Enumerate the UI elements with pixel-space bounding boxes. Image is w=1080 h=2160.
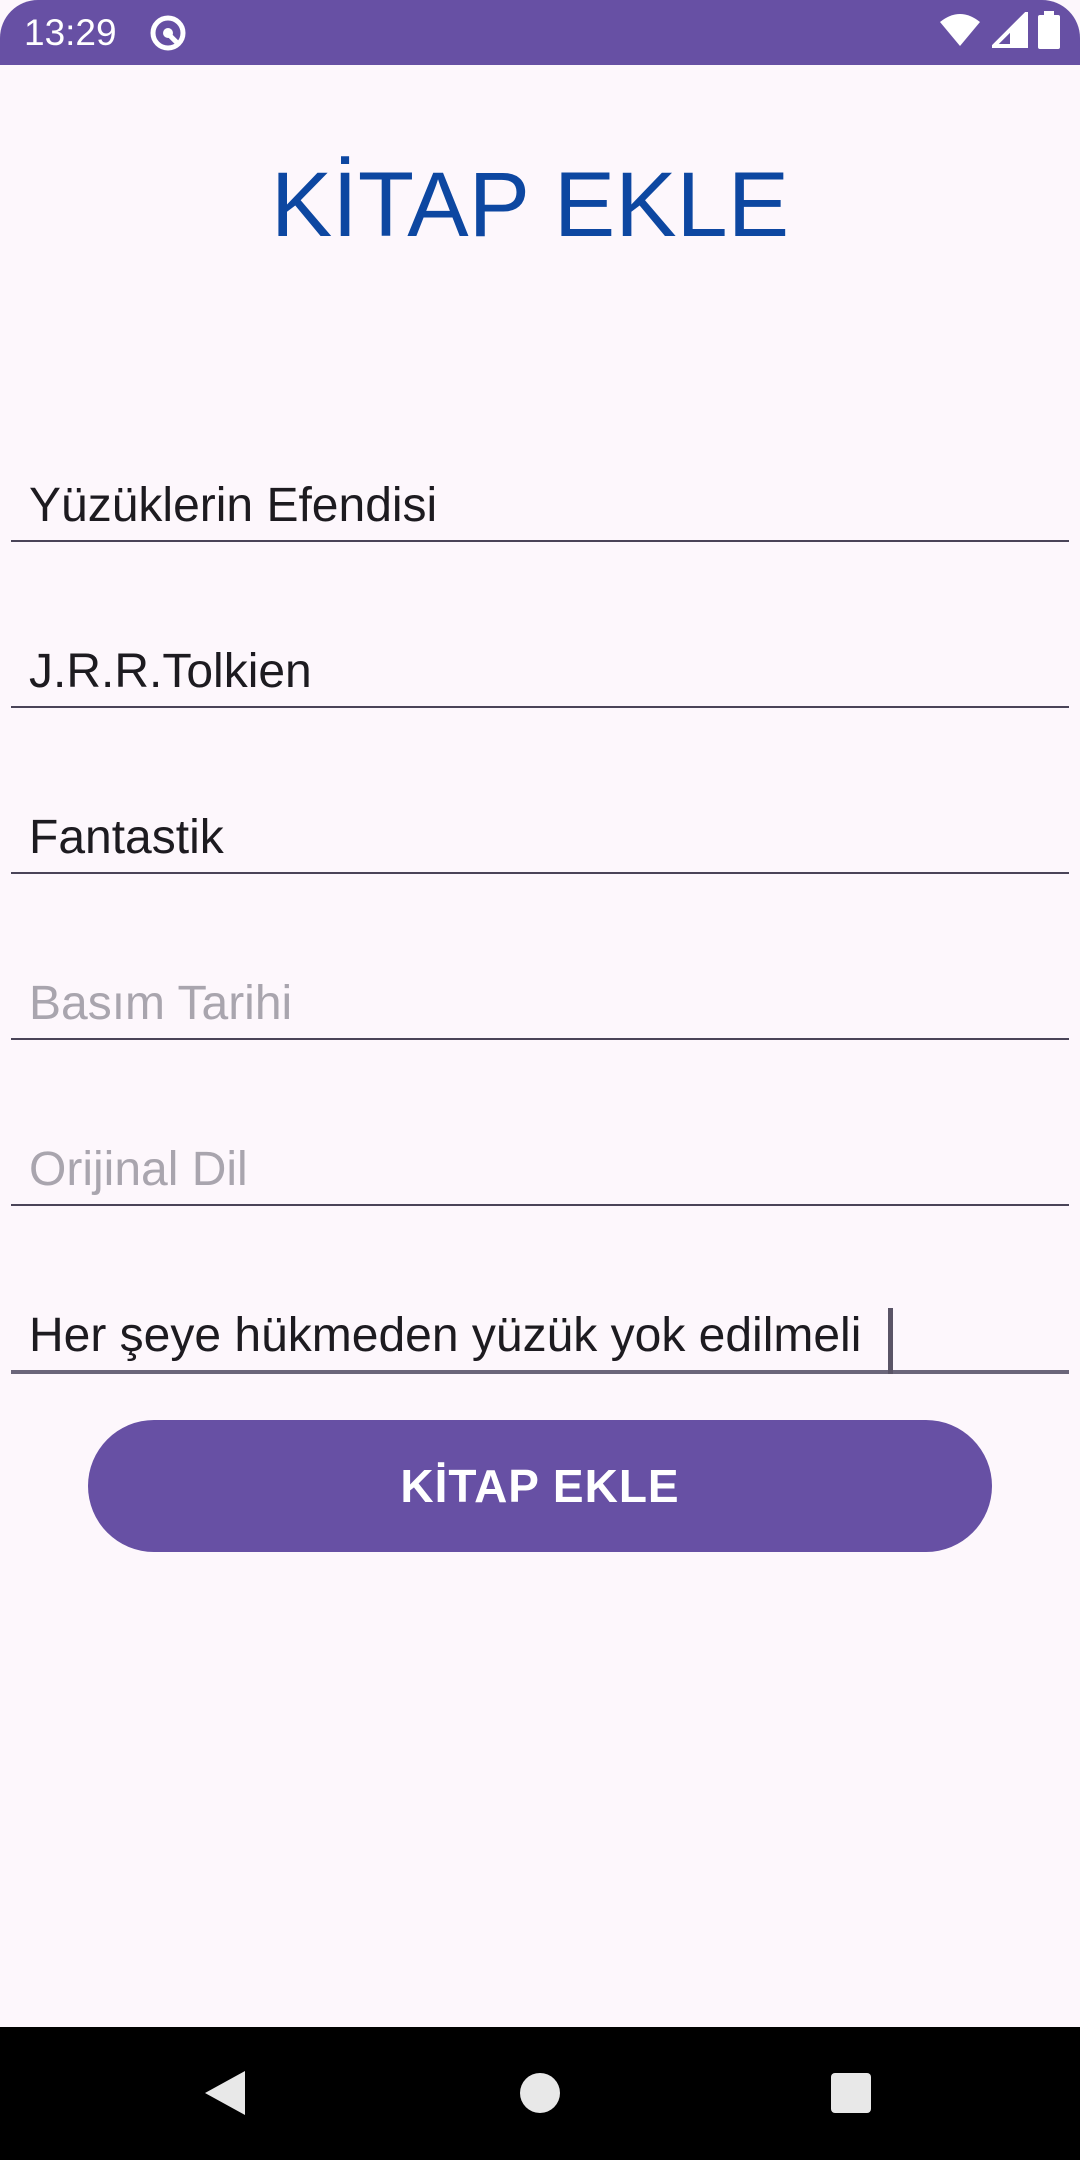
status-icons [938, 8, 1060, 54]
status-bar: 13:29 [0, 0, 1080, 65]
book-name-input[interactable] [29, 470, 1049, 540]
home-icon[interactable] [510, 2063, 570, 2123]
add-book-button[interactable]: KİTAP EKLE [88, 1420, 992, 1552]
signal-icon [989, 8, 1028, 53]
author-field[interactable] [11, 636, 1069, 708]
original-language-input[interactable] [29, 1134, 1049, 1204]
battery-icon [1038, 10, 1060, 54]
app-content [0, 65, 1080, 2027]
sync-icon [148, 13, 188, 53]
publish-date-input[interactable] [29, 968, 1049, 1038]
navigation-bar [0, 2027, 1080, 2160]
author-input[interactable] [29, 636, 1049, 706]
genre-input[interactable] [29, 802, 1049, 872]
summary-field[interactable] [11, 1300, 1069, 1374]
summary-input[interactable] [29, 1300, 1049, 1370]
publish-date-field[interactable] [11, 968, 1069, 1040]
text-caret [888, 1308, 893, 1374]
status-time: 13:29 [24, 12, 117, 53]
recents-icon[interactable] [821, 2063, 881, 2123]
back-icon[interactable] [195, 2063, 255, 2123]
wifi-icon [938, 12, 982, 53]
book-name-field[interactable] [11, 470, 1069, 542]
original-language-field[interactable] [11, 1134, 1069, 1206]
page-title: KİTAP EKLE [270, 154, 790, 256]
genre-field[interactable] [11, 802, 1069, 874]
